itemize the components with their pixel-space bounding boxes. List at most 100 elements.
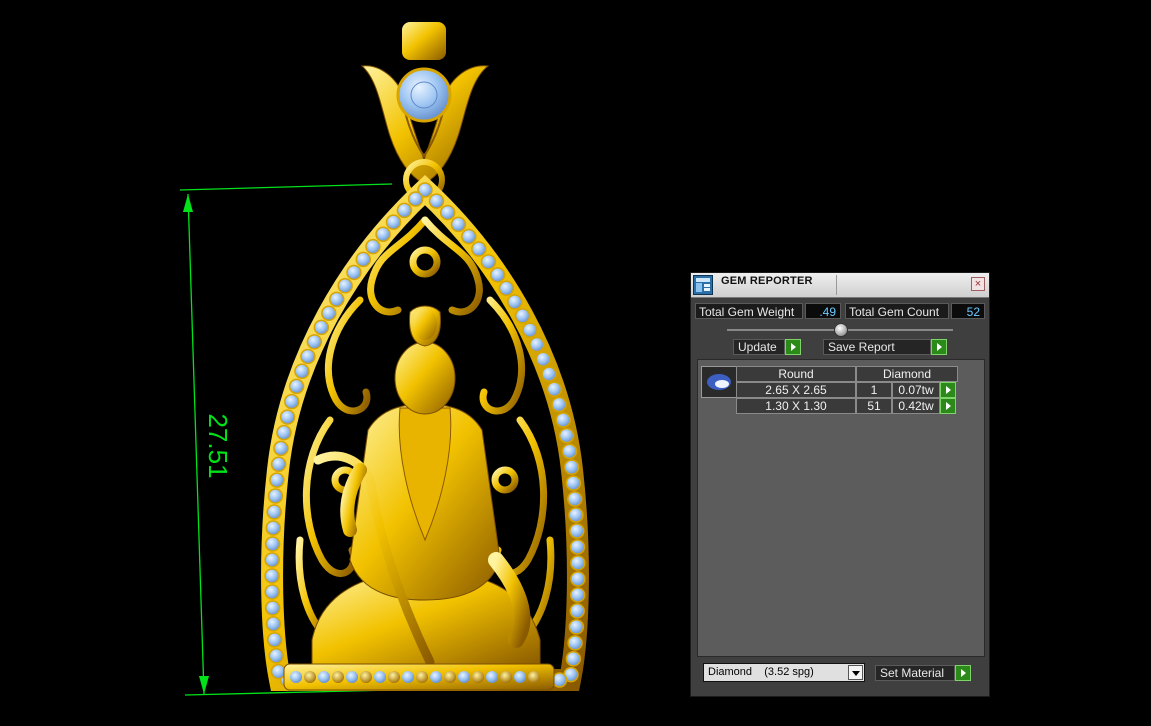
base-gem (500, 671, 512, 683)
set-material-button[interactable]: Set Material (875, 665, 955, 681)
frame-gem (288, 378, 305, 395)
gem-reporter-icon (693, 275, 713, 295)
frame-gem (266, 632, 283, 648)
base-gem (444, 671, 456, 683)
frame-gem (568, 507, 584, 523)
frame-gem (489, 267, 506, 283)
frame-gem (270, 663, 287, 680)
frame-gem (294, 363, 310, 380)
frame-gem (498, 280, 515, 297)
frame-gem (450, 216, 467, 233)
gem-count-cell: 51 (856, 398, 892, 414)
save-report-arrow-icon[interactable] (931, 339, 947, 355)
gem-size-cell: 1.30 X 1.30 (736, 398, 856, 414)
frame-gem (551, 396, 567, 413)
frame-gem (568, 619, 585, 635)
frame-gem (276, 424, 292, 441)
frame-gem (565, 651, 582, 667)
frame-gem (337, 278, 353, 294)
base-gem (402, 671, 414, 683)
frame-gem (284, 393, 300, 410)
frame-gem (321, 305, 337, 322)
row-select-arrow-icon[interactable] (940, 398, 956, 414)
frame-gem (279, 409, 296, 425)
panel-titlebar[interactable]: GEM REPORTER × (691, 273, 989, 298)
frame-gem (268, 648, 285, 664)
base-gem (458, 671, 470, 683)
frame-gem (561, 443, 578, 460)
material-select-value: Diamond (3.52 spg) (708, 666, 814, 678)
update-button[interactable]: Update (733, 339, 785, 355)
frame-gem (546, 381, 563, 397)
base-gem (346, 671, 358, 683)
base-gem (374, 671, 386, 683)
base-gem (528, 671, 540, 683)
frame-gem (265, 616, 282, 632)
frame-gem (365, 238, 381, 255)
frame-gem (570, 571, 586, 587)
frame-gem (514, 308, 531, 324)
frame-gem (266, 504, 283, 520)
total-gem-weight-label: Total Gem Weight (695, 303, 803, 319)
frame-gem (507, 294, 523, 310)
slider-knob[interactable] (834, 323, 848, 337)
gem-reporter-panel: GEM REPORTER × Total Gem Weight .49 Tota… (690, 272, 990, 697)
seated-figure (311, 305, 541, 667)
frame-gem (396, 202, 413, 219)
frame-gem (313, 319, 330, 336)
frame-gem (558, 427, 575, 444)
frame-gem (264, 552, 280, 568)
frame-gem (267, 488, 284, 504)
frame-gem (329, 291, 345, 308)
frame-gem (529, 336, 545, 353)
frame-gem (270, 456, 287, 472)
base-gem (290, 671, 302, 683)
set-material-arrow-icon[interactable] (955, 665, 971, 681)
frame-gem (407, 191, 424, 207)
gem-material-header: Diamond (856, 366, 958, 382)
panel-title: GEM REPORTER (721, 275, 813, 287)
base-gem (472, 671, 484, 683)
base-gem (304, 671, 316, 683)
frame-gem (461, 228, 477, 245)
gem-size-cell: 2.65 X 2.65 (736, 382, 856, 398)
frame-gem (570, 555, 586, 571)
frame-gem (535, 351, 552, 367)
total-gem-count-label: Total Gem Count (845, 303, 949, 319)
frame-gem (428, 193, 445, 209)
gem-count-cell: 1 (856, 382, 892, 398)
gem-weight-cell: 0.07tw (892, 382, 940, 398)
frame-gem (471, 241, 487, 257)
frame-gem (551, 672, 568, 688)
close-button[interactable]: × (971, 277, 985, 291)
total-gem-count-value: 52 (951, 303, 985, 319)
base-gem (360, 671, 372, 683)
update-arrow-icon[interactable] (785, 339, 801, 355)
frame-gem (569, 539, 586, 555)
frame-gem (265, 520, 282, 536)
material-select[interactable]: Diamond (3.52 spg) (703, 663, 865, 682)
row-select-arrow-icon[interactable] (940, 382, 956, 398)
pendant-bail (360, 22, 490, 201)
base-gem (430, 671, 442, 683)
frame-gem (300, 348, 316, 365)
base-gem (318, 671, 330, 683)
base-gem (416, 671, 428, 683)
frame-gem (565, 475, 582, 491)
frame-gem (385, 214, 402, 230)
frame-gem (569, 603, 585, 619)
frame-gem (306, 334, 323, 350)
gem-shape-header: Round (736, 366, 856, 382)
frame-gem (264, 568, 280, 584)
round-gem-icon[interactable] (701, 366, 737, 398)
gem-list: Round Diamond 2.65 X 2.65 1 0.07tw 1.30 … (697, 359, 985, 657)
frame-gem (439, 204, 456, 221)
frame-gem (480, 254, 497, 270)
title-divider (836, 275, 837, 295)
base-gem (332, 671, 344, 683)
save-report-button[interactable]: Save Report (823, 339, 931, 355)
frame-gem (264, 600, 281, 616)
frame-gem (567, 635, 583, 651)
frame-gem (567, 491, 583, 507)
chevron-down-icon[interactable] (848, 665, 863, 680)
